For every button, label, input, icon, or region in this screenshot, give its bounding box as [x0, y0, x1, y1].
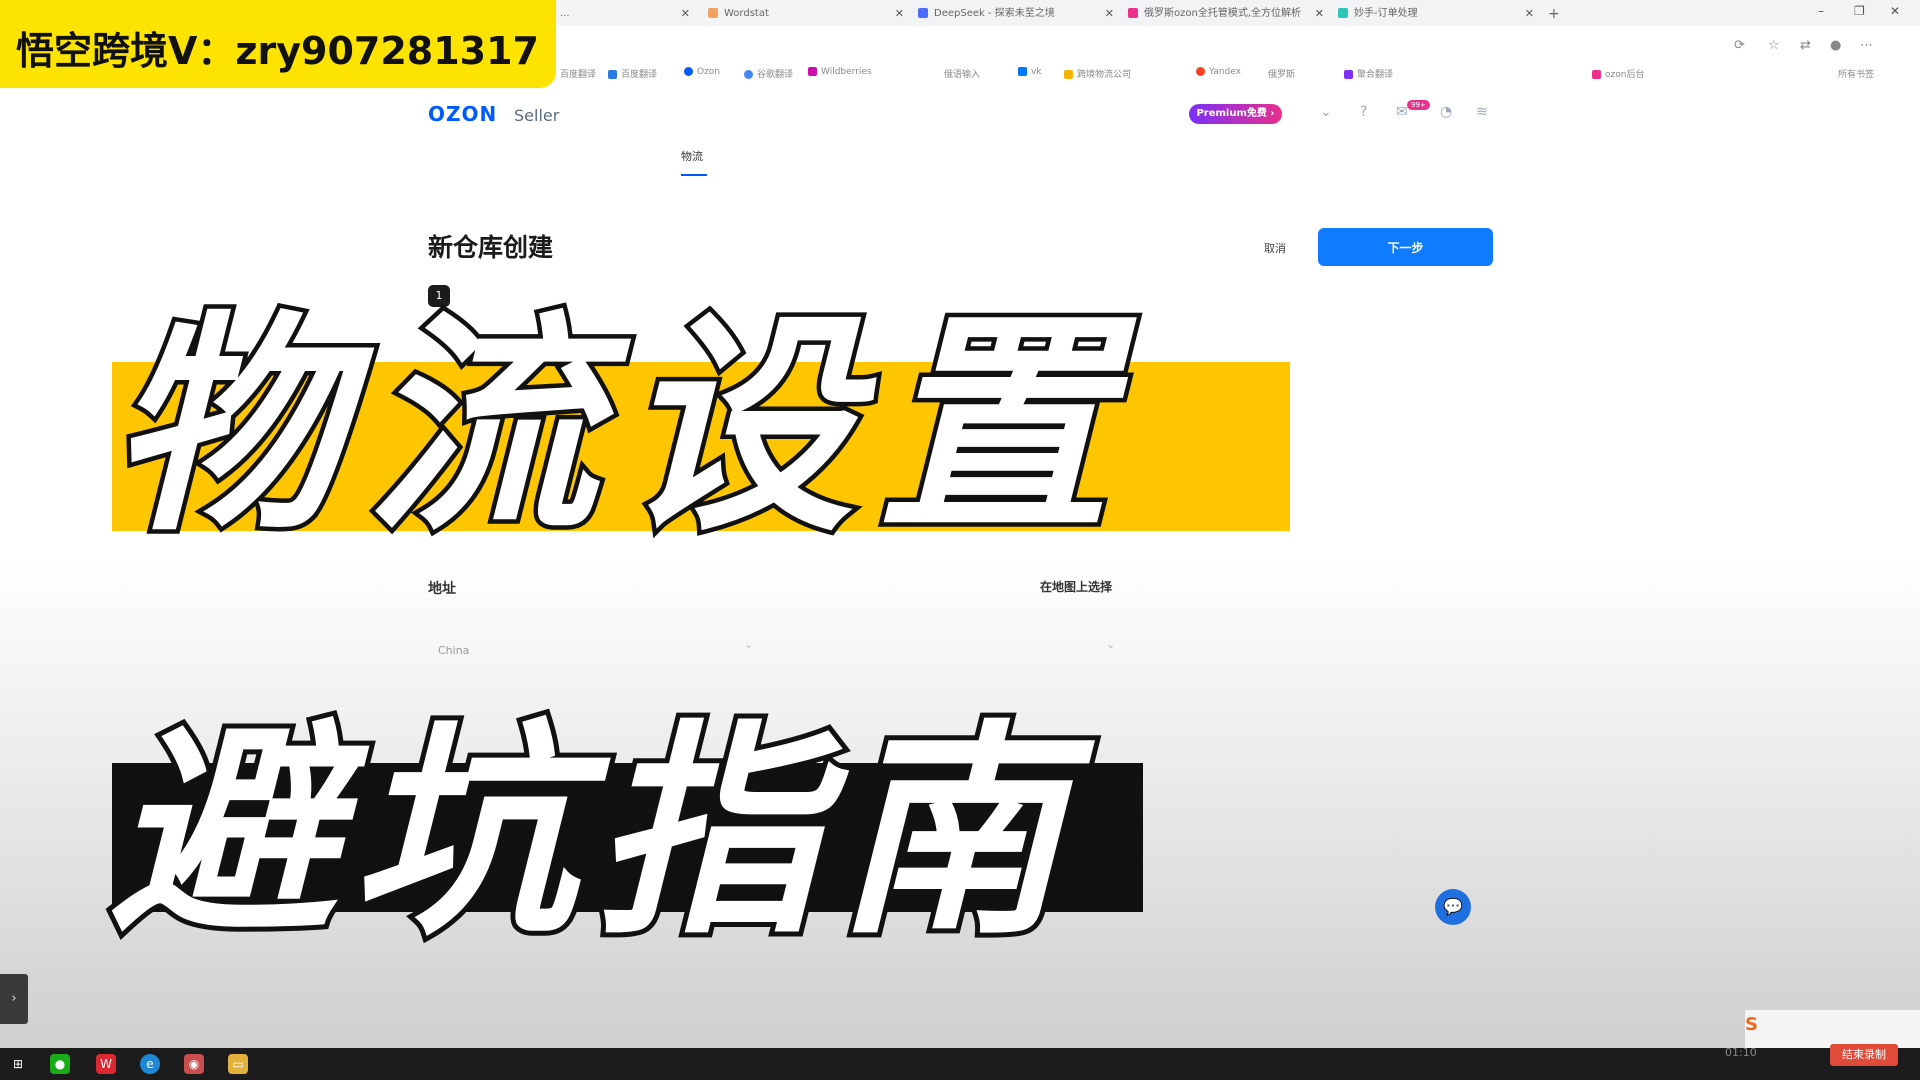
bookmark-icon: [1592, 70, 1601, 79]
nav-active-indicator: [681, 174, 707, 176]
watermark-text: 悟空跨境V：zry907281317: [16, 29, 540, 73]
chevron-down-icon[interactable]: ⌄: [1320, 104, 1332, 120]
tab-label: 俄罗斯ozon全托管模式,全方位解析: [1144, 8, 1302, 19]
bookmark-item[interactable]: vk: [1018, 67, 1042, 77]
chevron-right-icon[interactable]: ›: [0, 974, 28, 1024]
taskbar: ⊞ ● W e ◉ ▭: [0, 1048, 1920, 1080]
favicon-icon: [918, 8, 928, 18]
profile-icon[interactable]: ●: [1830, 38, 1841, 53]
menu-icon[interactable]: ⋯: [1860, 38, 1873, 53]
wps-icon[interactable]: W: [96, 1054, 116, 1074]
minimize-button[interactable]: –: [1818, 4, 1824, 18]
bookmark-icon: [1064, 70, 1073, 79]
cancel-button[interactable]: 取消: [1264, 240, 1286, 256]
bookmark-item[interactable]: 跨境物流公司: [1064, 67, 1131, 80]
bookmark-item[interactable]: 聚合翻译: [1344, 67, 1393, 80]
input-method-bar: [1745, 1010, 1920, 1048]
explorer-icon[interactable]: ▭: [228, 1054, 248, 1074]
address-label: 地址: [428, 581, 456, 597]
ozon-logo[interactable]: OZON: [428, 102, 497, 126]
refresh-icon[interactable]: ⟳: [1734, 38, 1745, 53]
bookmark-icon: [744, 70, 753, 79]
bookmark-item[interactable]: Yandex: [1196, 67, 1241, 77]
overlay-subtitle: 避坑指南: [105, 697, 1079, 970]
messages-icon[interactable]: ✉: [1396, 104, 1408, 120]
browser-tab[interactable]: 妙手-订单处理 ✕: [1338, 3, 1534, 25]
new-tab-button[interactable]: +: [1548, 3, 1568, 25]
browser-tab[interactable]: DeepSeek - 探索未至之境 ✕: [918, 3, 1114, 25]
close-icon[interactable]: ✕: [1105, 3, 1114, 25]
watermark-banner: 悟空跨境V：zry907281317: [0, 0, 556, 88]
overlay-title: 物流设置: [105, 288, 1135, 567]
bookmark-item[interactable]: ozon后台: [1592, 67, 1644, 80]
close-window-button[interactable]: ✕: [1890, 4, 1900, 18]
favicon-icon: [708, 8, 718, 18]
close-icon[interactable]: ✕: [895, 3, 904, 25]
app-icon[interactable]: ◉: [184, 1054, 204, 1074]
favicon-icon: [1128, 8, 1138, 18]
nav-item-logistics[interactable]: 物流: [681, 148, 703, 164]
bookmark-item[interactable]: Ozon: [684, 67, 720, 77]
bookmark-icon: [684, 67, 693, 76]
favicon-icon: [1338, 8, 1348, 18]
bell-icon[interactable]: ◔: [1440, 104, 1452, 120]
star-icon[interactable]: ☆: [1768, 38, 1780, 53]
bookmark-icon: [808, 67, 817, 76]
seller-label: Seller: [514, 106, 560, 125]
bookmark-item[interactable]: 谷歌翻译: [744, 67, 793, 80]
sogou-icon[interactable]: S: [1745, 1014, 1758, 1035]
tab-label: ...: [560, 8, 570, 19]
bookmark-icon: [1196, 67, 1205, 76]
tab-label: Wordstat: [724, 8, 769, 19]
browser-tab[interactable]: Wordstat ✕: [708, 3, 904, 25]
clock: 01:10: [1725, 1046, 1757, 1059]
restore-button[interactable]: ❐: [1854, 4, 1865, 18]
browser-tab[interactable]: 俄罗斯ozon全托管模式,全方位解析 ✕: [1128, 3, 1324, 25]
tab-label: 妙手-订单处理: [1354, 8, 1418, 19]
close-icon[interactable]: ✕: [681, 3, 690, 25]
browser-tab[interactable]: ... ✕: [560, 3, 690, 25]
help-icon[interactable]: ?: [1360, 104, 1367, 120]
bookmark-icon: [608, 70, 617, 79]
bookmarks-folder[interactable]: 所有书签: [1838, 67, 1874, 80]
translate-icon[interactable]: ⇄: [1800, 38, 1811, 53]
notification-badge: 99+: [1407, 100, 1430, 110]
bookmark-item[interactable]: 俄罗斯: [1268, 67, 1295, 80]
premium-button[interactable]: Premium免费 ›: [1189, 104, 1282, 124]
graduation-icon[interactable]: ≋: [1476, 104, 1488, 120]
bookmark-item[interactable]: 百度翻译: [608, 67, 657, 80]
end-recording-button[interactable]: 结束录制: [1830, 1044, 1898, 1066]
tab-label: DeepSeek - 探索未至之境: [934, 8, 1055, 19]
bookmark-icon: [1344, 70, 1353, 79]
edge-icon[interactable]: e: [140, 1054, 160, 1074]
bookmark-item[interactable]: 百度翻译: [560, 67, 596, 80]
wechat-icon[interactable]: ●: [50, 1054, 70, 1074]
next-button[interactable]: 下一步: [1318, 228, 1493, 266]
close-icon[interactable]: ✕: [1315, 3, 1324, 25]
close-icon[interactable]: ✕: [1525, 3, 1534, 25]
chat-icon[interactable]: 💬: [1435, 889, 1471, 925]
bookmark-icon: [1018, 67, 1027, 76]
choose-on-map-link[interactable]: 在地图上选择: [1040, 578, 1112, 595]
bookmark-item[interactable]: 俄语输入: [944, 67, 980, 80]
bookmark-item[interactable]: Wildberries: [808, 67, 872, 77]
chevron-down-icon[interactable]: ⌄: [1106, 638, 1115, 651]
start-icon[interactable]: ⊞: [8, 1054, 28, 1074]
